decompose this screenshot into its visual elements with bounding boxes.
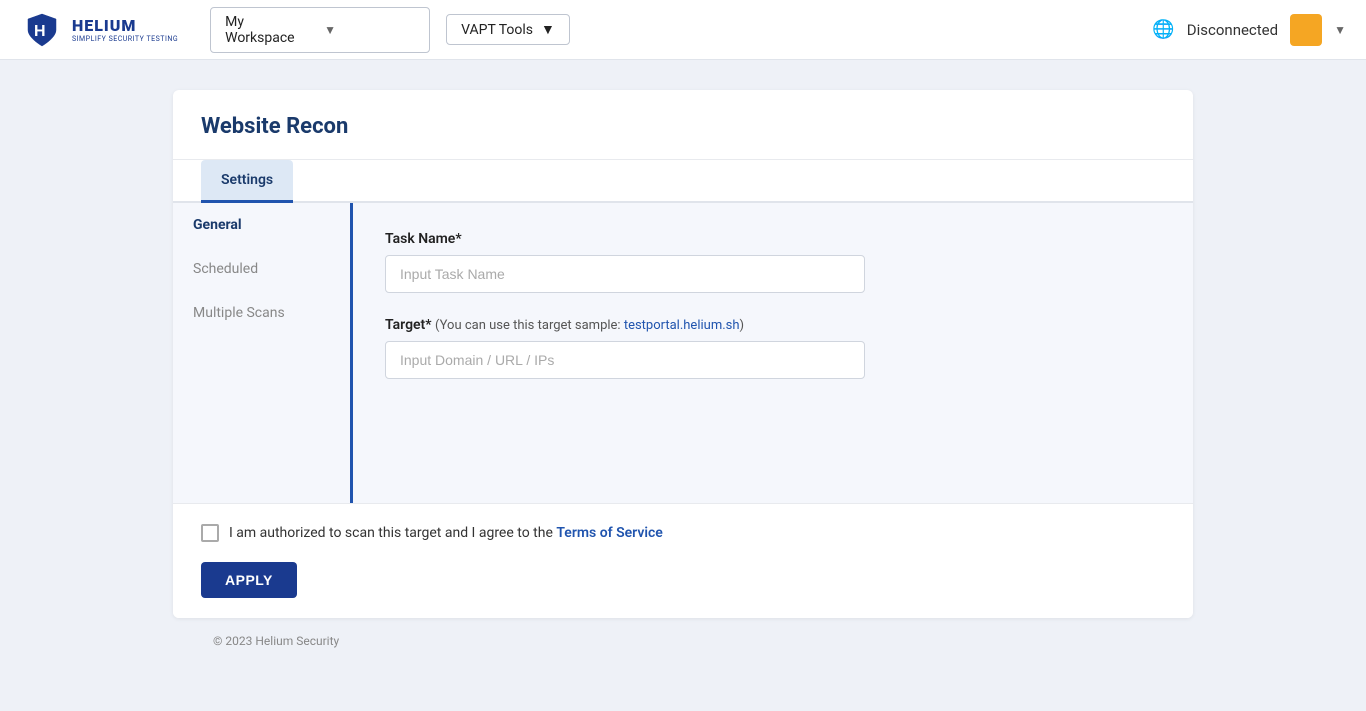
- tos-link[interactable]: Terms of Service: [556, 525, 662, 541]
- form-area: Task Name* Target* (You can use this tar…: [353, 203, 1193, 503]
- tos-checkbox-label: I am authorized to scan this target and …: [229, 525, 663, 541]
- globe-icon: 🌐: [1152, 19, 1174, 40]
- card-footer: I am authorized to scan this target and …: [173, 503, 1193, 618]
- workspace-label: My Workspace: [225, 14, 316, 46]
- logo-area: H HELIUM HELIUM SIMPLIFY SECURITY TESTIN…: [20, 8, 178, 52]
- tabs-bar: Settings: [173, 160, 1193, 203]
- helium-logo-icon: H HELIUM: [20, 8, 64, 52]
- target-group: Target* (You can use this target sample:…: [385, 317, 1161, 379]
- task-name-group: Task Name*: [385, 231, 1161, 293]
- svg-text:H: H: [34, 23, 46, 40]
- user-avatar-button[interactable]: [1290, 14, 1322, 46]
- copyright-text: © 2023 Helium Security: [213, 634, 339, 648]
- website-recon-card: Website Recon Settings General Scheduled…: [173, 90, 1193, 618]
- sidebar-nav: General Scheduled Multiple Scans: [173, 203, 353, 503]
- tos-checkbox-row: I am authorized to scan this target and …: [201, 524, 1165, 542]
- vapt-chevron-icon: ▼: [541, 21, 555, 38]
- sidebar-item-multiple-scans[interactable]: Multiple Scans: [173, 291, 350, 335]
- task-name-label: Task Name*: [385, 231, 1161, 247]
- workspace-dropdown[interactable]: My Workspace ▼: [210, 7, 430, 53]
- page-footer: © 2023 Helium Security: [173, 618, 1193, 664]
- tab-settings[interactable]: Settings: [201, 160, 293, 203]
- tos-checkbox[interactable]: [201, 524, 219, 542]
- target-hint: (You can use this target sample: testpor…: [435, 318, 744, 333]
- target-sample-link[interactable]: testportal.helium.sh: [624, 318, 740, 333]
- navbar-right-chevron-icon[interactable]: ▼: [1334, 23, 1346, 37]
- sidebar-item-scheduled[interactable]: Scheduled: [173, 247, 350, 291]
- sidebar-item-general[interactable]: General: [173, 203, 350, 247]
- page-title: Website Recon: [201, 114, 1165, 139]
- navbar: H HELIUM HELIUM SIMPLIFY SECURITY TESTIN…: [0, 0, 1366, 60]
- card-header: Website Recon: [173, 90, 1193, 160]
- vapt-tools-dropdown[interactable]: VAPT Tools ▼: [446, 14, 570, 45]
- target-label: Target* (You can use this target sample:…: [385, 317, 1161, 333]
- main-content: Website Recon Settings General Scheduled…: [133, 60, 1233, 694]
- content-body: General Scheduled Multiple Scans Task Na…: [173, 203, 1193, 503]
- vapt-label: VAPT Tools: [461, 22, 533, 38]
- navbar-right: 🌐 Disconnected ▼: [1152, 14, 1346, 46]
- target-input[interactable]: [385, 341, 865, 379]
- apply-button[interactable]: APPLY: [201, 562, 297, 598]
- connection-status: Disconnected: [1187, 21, 1278, 39]
- workspace-chevron-icon: ▼: [324, 23, 415, 37]
- logo-text: HELIUM SIMPLIFY SECURITY TESTING: [72, 16, 178, 43]
- task-name-input[interactable]: [385, 255, 865, 293]
